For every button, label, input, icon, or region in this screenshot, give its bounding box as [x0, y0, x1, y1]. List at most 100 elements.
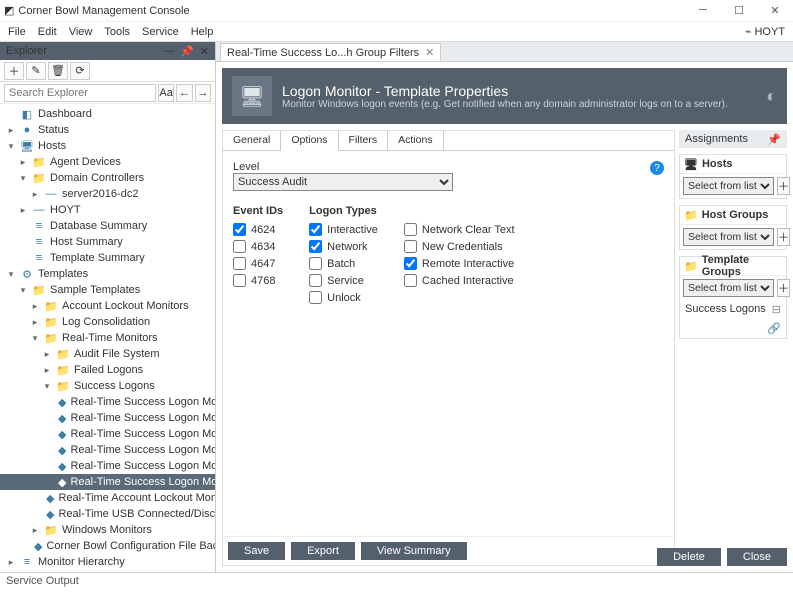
tree-item[interactable]: ▸📁Windows Monitors: [0, 522, 215, 538]
view-summary-button[interactable]: View Summary: [361, 542, 467, 560]
save-button[interactable]: Save: [228, 542, 285, 560]
expander-icon[interactable]: ▾: [42, 381, 52, 392]
checkbox-row[interactable]: 4647: [233, 255, 283, 272]
checkbox-row[interactable]: Network Clear Text: [404, 221, 515, 238]
tree-item[interactable]: ≡Host Summary: [0, 234, 215, 250]
add-template-group-button[interactable]: ＋: [777, 279, 790, 297]
checkbox-row[interactable]: Network: [309, 238, 378, 255]
tree-item[interactable]: ▸—server2016-dc2: [0, 186, 215, 202]
tree-item[interactable]: ◆Real-Time Success Logon Monitor (it): [0, 458, 215, 474]
add-host-group-button[interactable]: ＋: [777, 228, 790, 246]
tree-item[interactable]: ≡Database Summary: [0, 218, 215, 234]
autohide-icon[interactable]: —: [163, 45, 174, 58]
expander-icon[interactable]: ▸: [6, 557, 16, 568]
assignments-pin-icon[interactable]: 📌: [767, 133, 781, 146]
pin-icon[interactable]: 📌: [180, 45, 194, 58]
expander-icon[interactable]: ▸: [30, 301, 40, 312]
expander-icon[interactable]: ▸: [30, 317, 40, 328]
delete-button-main[interactable]: Delete: [657, 548, 721, 566]
close-button[interactable]: Close: [727, 548, 787, 566]
tree-item[interactable]: ◆Corner Bowl Configuration File Backup: [0, 538, 215, 554]
expander-icon[interactable]: ▸: [30, 525, 40, 536]
close-window-button[interactable]: ✕: [761, 4, 789, 17]
expander-icon[interactable]: ▸: [18, 205, 28, 216]
menu-help[interactable]: Help: [191, 26, 214, 38]
tree-item[interactable]: ◆Real-Time Success Logon Monitor: [0, 394, 215, 410]
tree-item[interactable]: ▾📁Sample Templates: [0, 282, 215, 298]
checkbox[interactable]: [404, 274, 417, 287]
checkbox-row[interactable]: Remote Interactive: [404, 255, 515, 272]
menu-edit[interactable]: Edit: [38, 26, 57, 38]
tree-item[interactable]: ◆Real-Time Success Logon Monitor (fr): [0, 442, 215, 458]
checkbox-row[interactable]: Unlock: [309, 289, 378, 306]
checkbox-row[interactable]: Batch: [309, 255, 378, 272]
tree-item[interactable]: ◧Dashboard: [0, 106, 215, 122]
checkbox-row[interactable]: 4624: [233, 221, 283, 238]
menu-tools[interactable]: Tools: [104, 26, 130, 38]
tree-item[interactable]: ▾⚙Templates: [0, 266, 215, 282]
minimize-button[interactable]: ─: [689, 4, 717, 17]
checkbox[interactable]: [233, 274, 246, 287]
tree-item[interactable]: 📊Reports: [0, 570, 215, 572]
checkbox[interactable]: [233, 240, 246, 253]
checkbox[interactable]: [309, 274, 322, 287]
tree-item[interactable]: ▸📁Audit File System: [0, 346, 215, 362]
expander-icon[interactable]: ▾: [18, 285, 28, 296]
document-tab[interactable]: Real-Time Success Lo...h Group Filters ✕: [220, 43, 441, 61]
tree-item[interactable]: ◆Real-Time Account Lockout Monitor: [0, 490, 215, 506]
checkbox[interactable]: [233, 257, 246, 270]
tree-item[interactable]: ▸📁Failed Logons: [0, 362, 215, 378]
search-input[interactable]: [4, 84, 156, 102]
expander-icon[interactable]: ▸: [6, 125, 16, 136]
expander-icon[interactable]: ▸: [42, 349, 52, 360]
assigned-template-group[interactable]: Success Logons: [685, 303, 766, 316]
remove-assignment-icon[interactable]: ⊟: [772, 303, 781, 316]
checkbox-row[interactable]: 4634: [233, 238, 283, 255]
add-button[interactable]: ＋: [4, 62, 24, 80]
match-case-button[interactable]: Aa: [158, 84, 174, 102]
checkbox-row[interactable]: Service: [309, 272, 378, 289]
add-host-button[interactable]: ＋: [777, 177, 790, 195]
checkbox[interactable]: [233, 223, 246, 236]
tree-item[interactable]: ≡Template Summary: [0, 250, 215, 266]
checkbox[interactable]: [309, 223, 322, 236]
menu-service[interactable]: Service: [142, 26, 179, 38]
search-prev-button[interactable]: ←: [176, 84, 192, 102]
tab-general[interactable]: General: [223, 131, 281, 150]
tree-item[interactable]: ▸≡Monitor Hierarchy: [0, 554, 215, 570]
checkbox-row[interactable]: Cached Interactive: [404, 272, 515, 289]
checkbox[interactable]: [309, 257, 322, 270]
delete-button[interactable]: 🗑: [48, 62, 68, 80]
expander-icon[interactable]: ▾: [6, 141, 16, 152]
tab-filters[interactable]: Filters: [339, 131, 389, 150]
expander-icon[interactable]: ▾: [18, 173, 28, 184]
maximize-button[interactable]: ☐: [725, 4, 753, 17]
expander-icon[interactable]: ▸: [18, 157, 28, 168]
tree-item[interactable]: ▾📁Real-Time Monitors: [0, 330, 215, 346]
explorer-tree[interactable]: ◧Dashboard▸●Status▾🖥Hosts▸📁Agent Devices…: [0, 104, 215, 572]
tree-item[interactable]: ▾📁Success Logons: [0, 378, 215, 394]
tree-item[interactable]: ◆Real-Time Success Logon Monitor (es): [0, 426, 215, 442]
expander-icon[interactable]: ▸: [30, 189, 40, 200]
host-groups-select[interactable]: Select from list: [683, 228, 774, 246]
checkbox-row[interactable]: New Credentials: [404, 238, 515, 255]
expander-icon[interactable]: ▾: [30, 333, 40, 344]
checkbox[interactable]: [404, 257, 417, 270]
template-groups-select[interactable]: Select from list: [683, 279, 774, 297]
refresh-button[interactable]: ⟳: [70, 62, 90, 80]
tree-item[interactable]: ◆Real-Time Success Logon Monitor (de): [0, 410, 215, 426]
link-icon[interactable]: 🔗: [767, 322, 781, 335]
close-tab-icon[interactable]: ✕: [425, 46, 434, 59]
checkbox[interactable]: [404, 223, 417, 236]
checkbox[interactable]: [309, 240, 322, 253]
tree-item[interactable]: ▾🖥Hosts: [0, 138, 215, 154]
tree-item[interactable]: ◆Real-Time Success Logon Monitor with Gr…: [0, 474, 215, 490]
tree-item[interactable]: ▸●Status: [0, 122, 215, 138]
tree-item[interactable]: ▸📁Account Lockout Monitors: [0, 298, 215, 314]
tree-item[interactable]: ▸📁Agent Devices: [0, 154, 215, 170]
menu-view[interactable]: View: [69, 26, 93, 38]
close-panel-icon[interactable]: ✕: [200, 45, 209, 58]
search-next-button[interactable]: →: [195, 84, 211, 102]
checkbox-row[interactable]: 4768: [233, 272, 283, 289]
checkbox-row[interactable]: Interactive: [309, 221, 378, 238]
